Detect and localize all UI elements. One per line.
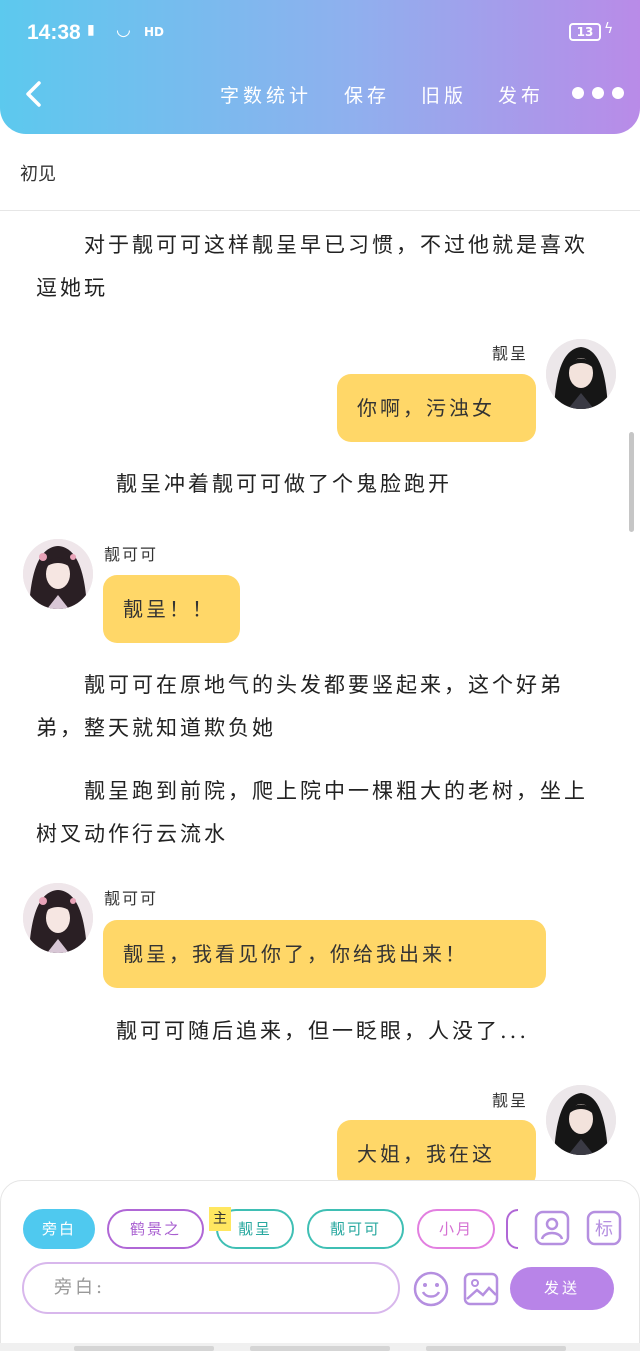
chapter-title[interactable]: 初见 bbox=[20, 160, 56, 186]
send-button[interactable]: 发送 bbox=[510, 1267, 614, 1310]
battery-icon: 13 bbox=[569, 23, 601, 41]
scrollbar[interactable] bbox=[629, 432, 634, 532]
speaker-name: 靓可可 bbox=[104, 545, 159, 564]
word-count-button[interactable]: 字数统计 bbox=[220, 81, 312, 108]
system-nav-bar bbox=[0, 1343, 640, 1351]
chat-bubble[interactable]: 你啊，污浊女 bbox=[337, 374, 536, 442]
role-chip-partial[interactable] bbox=[506, 1209, 518, 1249]
tag-icon[interactable]: 标 bbox=[586, 1210, 622, 1246]
svg-text:标: 标 bbox=[595, 1219, 613, 1240]
narration-text[interactable]: 靓呈冲着靓可可做了个鬼脸跑开 bbox=[116, 463, 606, 506]
status-bar: 14:38 ▮ ◡ HD 13 ϟ bbox=[0, 0, 640, 66]
avatar-jingcheng[interactable] bbox=[546, 1085, 616, 1155]
chevron-left-icon bbox=[26, 81, 41, 107]
avatar-jingkeke[interactable] bbox=[23, 539, 93, 609]
more-icon[interactable] bbox=[572, 87, 624, 101]
role-chip-jingkeke[interactable]: 靓可可 bbox=[307, 1209, 404, 1249]
speaker-name: 靓呈 bbox=[492, 1091, 529, 1110]
old-version-button[interactable]: 旧版 bbox=[421, 81, 467, 108]
speaker-name: 靓可可 bbox=[104, 889, 159, 908]
role-chip-narrator[interactable]: 旁白 bbox=[23, 1209, 95, 1249]
emoji-icon[interactable] bbox=[412, 1270, 450, 1308]
divider bbox=[0, 210, 640, 211]
narration-text[interactable]: 靓可可随后追来，但一眨眼，人没了... bbox=[116, 1010, 606, 1053]
chat-bubble[interactable]: 靓呈！！ bbox=[103, 575, 240, 643]
narration-text[interactable]: 对于靓可可这样靓呈早已习惯，不过他就是喜欢逗她玩 bbox=[36, 224, 606, 310]
avatar-jingcheng[interactable] bbox=[546, 339, 616, 409]
wifi-icon: ◡ bbox=[116, 20, 131, 40]
narration-text[interactable]: 靓可可在原地气的头发都要竖起来，这个好弟弟，整天就知道欺负她 bbox=[36, 664, 606, 750]
signal-icon: ▮ bbox=[87, 22, 95, 38]
role-chip-xiaoyue[interactable]: 小月 bbox=[417, 1209, 495, 1249]
status-time: 14:38 bbox=[27, 21, 81, 44]
chat-bubble[interactable]: 靓呈，我看见你了，你给我出来！ bbox=[103, 920, 546, 988]
save-button[interactable]: 保存 bbox=[344, 81, 390, 108]
header-bar: 14:38 ▮ ◡ HD 13 ϟ 字数统计 保存 旧版 发布 bbox=[0, 0, 640, 134]
character-manage-icon[interactable] bbox=[534, 1210, 570, 1246]
back-button[interactable] bbox=[20, 78, 50, 110]
message-input[interactable]: 旁白: bbox=[22, 1262, 400, 1314]
chat-bubble[interactable]: 大姐，我在这 bbox=[337, 1120, 536, 1188]
hd-badge: HD bbox=[144, 25, 165, 39]
speaker-name: 靓呈 bbox=[492, 344, 529, 363]
image-icon[interactable] bbox=[462, 1270, 500, 1308]
avatar-jingkeke[interactable] bbox=[23, 883, 93, 953]
charging-icon: ϟ bbox=[604, 21, 614, 37]
main-role-badge: 主 bbox=[209, 1207, 231, 1231]
role-chip-hejingzhi[interactable]: 鹤景之 bbox=[107, 1209, 204, 1249]
narration-text[interactable]: 靓呈跑到前院，爬上院中一棵粗大的老树，坐上树叉动作行云流水 bbox=[36, 770, 606, 856]
publish-button[interactable]: 发布 bbox=[498, 81, 544, 108]
